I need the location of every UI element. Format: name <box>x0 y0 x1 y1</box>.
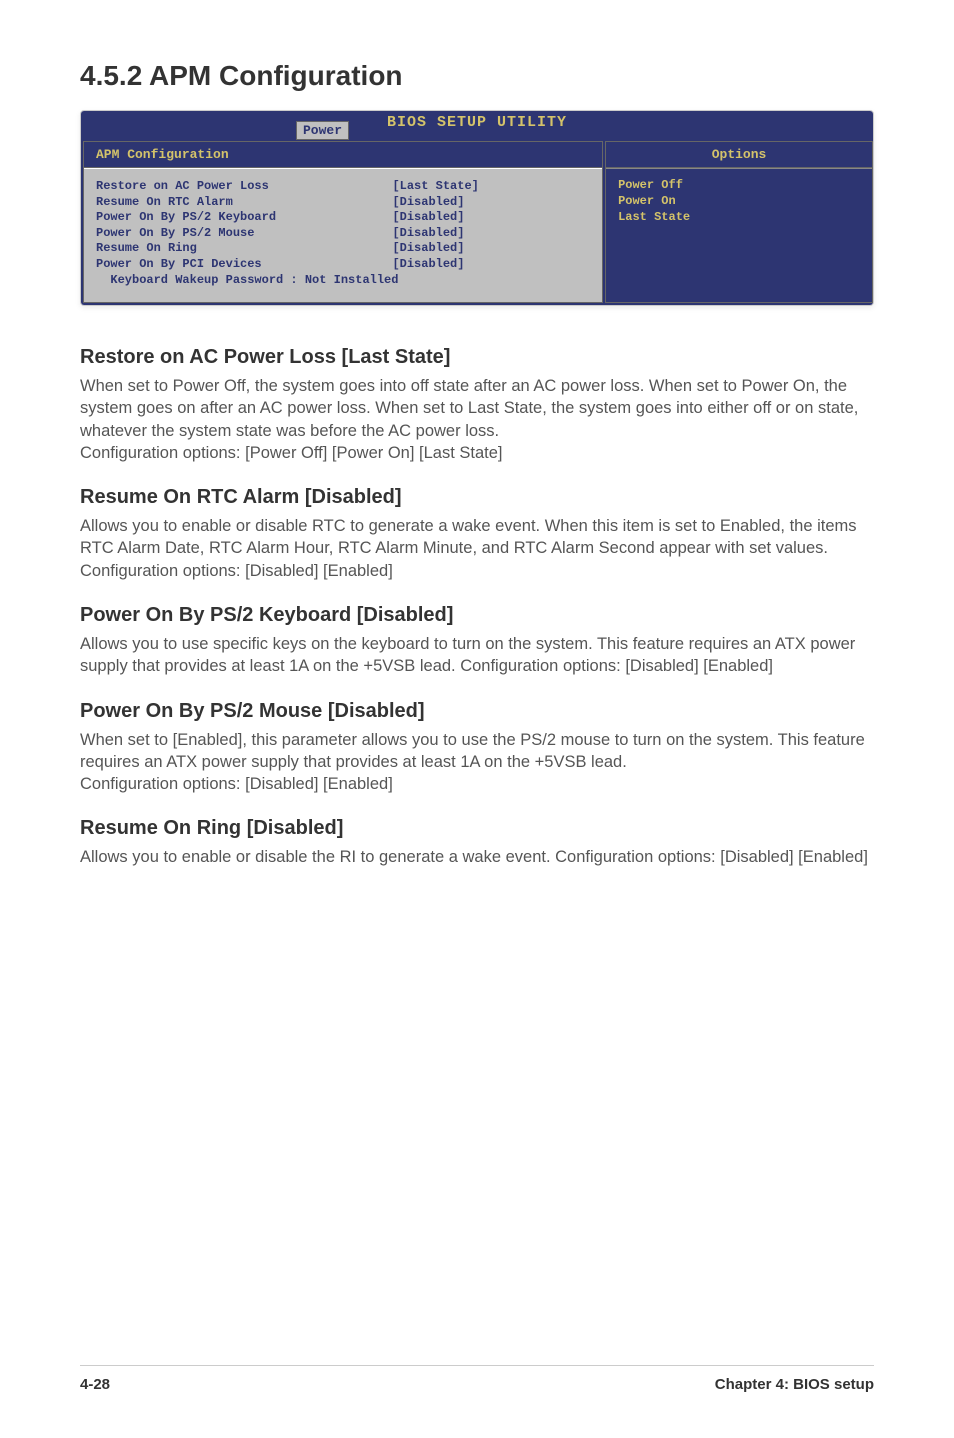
bios-row-label: Resume On Ring <box>96 241 392 257</box>
setting-body: Allows you to enable or disable RTC to g… <box>80 515 874 582</box>
bios-header-bar: BIOS SETUP UTILITY Power <box>81 111 873 139</box>
setting-heading: Resume On Ring [Disabled] <box>80 817 874 840</box>
bios-row: Restore on AC Power Loss [Last State] <box>96 179 590 195</box>
bios-utility-title: BIOS SETUP UTILITY <box>387 114 567 131</box>
bios-row-value: [Disabled] <box>392 210 590 226</box>
bios-row-value: [Last State] <box>392 179 590 195</box>
setting-body: When set to Power Off, the system goes i… <box>80 375 874 464</box>
bios-row-value: [Disabled] <box>392 195 590 211</box>
setting-heading: Power On By PS/2 Keyboard [Disabled] <box>80 604 874 627</box>
bios-tab-power: Power <box>296 121 349 140</box>
bios-option-item: Power On <box>618 193 860 209</box>
chapter-label: Chapter 4: BIOS setup <box>715 1376 874 1393</box>
bios-row: Power On By PS/2 Keyboard [Disabled] <box>96 210 590 226</box>
setting-body: Allows you to enable or disable the RI t… <box>80 846 874 868</box>
page-number: 4-28 <box>80 1376 110 1393</box>
bios-settings-list: Restore on AC Power Loss [Last State] Re… <box>84 168 602 302</box>
bios-row-value: [Disabled] <box>392 257 590 273</box>
page-footer: 4-28 Chapter 4: BIOS setup <box>80 1365 874 1393</box>
setting-heading: Power On By PS/2 Mouse [Disabled] <box>80 700 874 723</box>
bios-row-label: Power On By PCI Devices <box>96 257 392 273</box>
section-title: 4.5.2 APM Configuration <box>80 60 874 92</box>
setting-body: When set to [Enabled], this parameter al… <box>80 729 874 796</box>
bios-body: APM Configuration Restore on AC Power Lo… <box>81 139 873 305</box>
bios-row-label: Power On By PS/2 Keyboard <box>96 210 392 226</box>
setting-heading: Resume On RTC Alarm [Disabled] <box>80 486 874 509</box>
bios-options-list: Power Off Power On Last State <box>606 168 872 283</box>
bios-option-item: Power Off <box>618 177 860 193</box>
bios-row: Resume On Ring [Disabled] <box>96 241 590 257</box>
bios-screenshot: BIOS SETUP UTILITY Power APM Configurati… <box>80 110 874 306</box>
bios-row-value: [Disabled] <box>392 241 590 257</box>
bios-row-label: Power On By PS/2 Mouse <box>96 226 392 242</box>
setting-heading: Restore on AC Power Loss [Last State] <box>80 346 874 369</box>
bios-row-value: [Disabled] <box>392 226 590 242</box>
bios-options-header: Options <box>606 142 872 168</box>
bios-row-info: Keyboard Wakeup Password : Not Installed <box>96 273 590 289</box>
bios-row: Resume On RTC Alarm [Disabled] <box>96 195 590 211</box>
bios-option-item: Last State <box>618 209 860 225</box>
bios-left-panel: APM Configuration Restore on AC Power Lo… <box>83 141 603 303</box>
bios-row: Power On By PS/2 Mouse [Disabled] <box>96 226 590 242</box>
bios-row-label: Resume On RTC Alarm <box>96 195 392 211</box>
bios-row: Power On By PCI Devices [Disabled] <box>96 257 590 273</box>
bios-row-label: Restore on AC Power Loss <box>96 179 392 195</box>
bios-panel-header: APM Configuration <box>84 142 602 168</box>
bios-right-panel: Options Power Off Power On Last State <box>605 141 873 303</box>
setting-body: Allows you to use specific keys on the k… <box>80 633 874 678</box>
